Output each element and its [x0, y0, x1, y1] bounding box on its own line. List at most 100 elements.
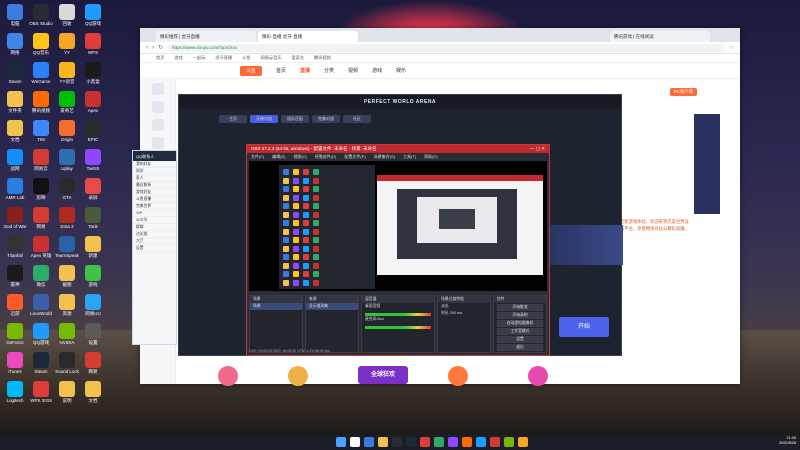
bookmark-item[interactable]: 斗鱼: [242, 55, 250, 61]
taskbar-app-icon[interactable]: [336, 437, 346, 447]
game-tab[interactable]: 天梯对战: [250, 115, 278, 123]
site-nav-item[interactable]: 直播: [300, 67, 310, 74]
desktop-icon[interactable]: QQ游戏: [80, 4, 106, 34]
desktop-icon[interactable]: QQ音乐: [28, 33, 54, 63]
qq-contacts-window[interactable]: QQ联系人 我的好友 同学 家人 最近联系 游戏好友 斗鱼直播 完美世界 VIP 公众号 群聊 讨论…: [132, 150, 177, 345]
taskbar-app-icon[interactable]: [420, 437, 430, 447]
bookmark-item[interactable]: 爱奇艺: [291, 55, 304, 61]
desktop-icon[interactable]: 文档: [2, 120, 28, 150]
desktop-icon[interactable]: 小黑盒: [80, 62, 106, 92]
desktop-icon[interactable]: TeamSpeak: [54, 236, 80, 266]
game-start-button[interactable]: 开始: [559, 317, 609, 337]
desktop-icon[interactable]: 文件夹: [2, 91, 28, 121]
desktop-icon[interactable]: 电脑: [2, 4, 28, 34]
obs-menu-item[interactable]: 帮助(H): [424, 154, 438, 159]
bookmark-item[interactable]: 一起玩: [193, 55, 206, 61]
desktop-icon[interactable]: Sound Lock: [54, 352, 80, 382]
desktop-icon[interactable]: WPS: [80, 33, 106, 63]
obs-dock-item[interactable]: 淡出: [438, 303, 490, 310]
qq-list-item[interactable]: 游戏好友: [133, 189, 176, 196]
desktop-icon[interactable]: WeGame: [28, 62, 54, 92]
obs-control-button[interactable]: 开始推流: [497, 304, 543, 311]
window-controls[interactable]: — ▢ ✕: [530, 146, 545, 152]
obs-menu-item[interactable]: 配置文件(P): [344, 154, 365, 159]
obs-control-button[interactable]: 设置: [497, 336, 543, 343]
desktop-icon[interactable]: YY语音: [54, 62, 80, 92]
bookmark-item[interactable]: 虎牙直播: [215, 55, 232, 61]
desktop-icon[interactable]: 剪映: [28, 178, 54, 208]
desktop-icon[interactable]: QQ游戏: [28, 323, 54, 353]
avatar[interactable]: [448, 366, 468, 386]
site-nav-item[interactable]: 视频: [348, 67, 358, 74]
desktop-icon[interactable]: Tank: [80, 207, 106, 237]
taskbar-app-icon[interactable]: [434, 437, 444, 447]
desktop-icon[interactable]: 回收: [54, 4, 80, 34]
desktop-icon[interactable]: Origin: [54, 120, 80, 150]
desktop-icon[interactable]: Apex: [80, 91, 106, 121]
desktop-icon[interactable]: iTunes: [2, 352, 28, 382]
taskbar-app-icon[interactable]: [350, 437, 360, 447]
site-nav-item[interactable]: 首页: [276, 67, 286, 74]
desktop-icon[interactable]: YY: [54, 33, 80, 63]
game-tab[interactable]: 主页: [219, 115, 247, 123]
desktop-icon[interactable]: OBS Studio: [28, 4, 54, 34]
desktop-icon[interactable]: LeonWorld: [28, 294, 54, 324]
desktop-icon[interactable]: 文档: [80, 381, 106, 411]
qq-list-item[interactable]: 群聊: [133, 224, 176, 231]
avatar[interactable]: [288, 366, 308, 386]
desktop-icon[interactable]: NVIDIA: [54, 323, 80, 353]
desktop-icon[interactable]: Steam: [2, 62, 28, 92]
sidebar-icon[interactable]: [151, 137, 164, 149]
site-nav-item[interactable]: 游戏: [372, 67, 382, 74]
taskbar-app-icon[interactable]: [518, 437, 528, 447]
obs-menu-item[interactable]: 视图(V): [293, 154, 306, 159]
obs-control-button[interactable]: 工作室模式: [497, 328, 543, 335]
pc-client-badge[interactable]: PC客户端: [670, 88, 697, 96]
taskbar-app-icon[interactable]: [378, 437, 388, 447]
bookmark-item[interactable]: 网易云音乐: [261, 55, 282, 61]
desktop-icon[interactable]: Dota 2: [54, 207, 80, 237]
taskbar-app-icon[interactable]: [406, 437, 416, 447]
game-tab[interactable]: 完美对战: [312, 115, 340, 123]
taskbar-app-icon[interactable]: [448, 437, 458, 447]
desktop-icon[interactable]: 网易: [80, 352, 106, 382]
obs-control-button[interactable]: 启动虚拟摄像机: [497, 320, 543, 327]
desktop-icon[interactable]: TIM: [28, 120, 54, 150]
obs-menu-item[interactable]: 文件(F): [251, 154, 264, 159]
desktop-icon[interactable]: God of War: [2, 207, 28, 237]
back-icon[interactable]: ‹: [146, 45, 148, 51]
star-icon[interactable]: ☆: [729, 44, 734, 51]
sidebar-icon[interactable]: [151, 83, 164, 95]
obs-menu-item[interactable]: 编辑(E): [272, 154, 285, 159]
bookmark-item[interactable]: 首页: [156, 55, 164, 61]
site-logo[interactable]: 斗鱼: [240, 65, 262, 76]
qq-list-item[interactable]: 设置: [133, 245, 176, 252]
obs-control-button[interactable]: 开始录制: [497, 312, 543, 319]
desktop-icon[interactable]: 设置: [80, 323, 106, 353]
desktop-icon[interactable]: GTA: [54, 178, 80, 208]
site-nav-item[interactable]: 分类: [324, 67, 334, 74]
desktop-icon[interactable]: 腾讯视频: [28, 91, 54, 121]
desktop-icon[interactable]: 录屏: [80, 178, 106, 208]
desktop-icon[interactable]: 游戏: [80, 265, 106, 295]
game-tab[interactable]: 社区: [343, 115, 371, 123]
obs-dock-item[interactable]: 显示器采集: [306, 303, 358, 310]
refresh-icon[interactable]: ↻: [158, 44, 163, 51]
sidebar-icon[interactable]: [151, 119, 164, 131]
desktop-icon[interactable]: EPIC: [80, 120, 106, 150]
obs-menu-item[interactable]: 工具(T): [403, 154, 416, 159]
desktop-icon[interactable]: 网易: [28, 207, 54, 237]
browser-tab[interactable]: 精彩推荐 | 虎牙直播: [156, 31, 256, 42]
promo-banner[interactable]: [694, 114, 720, 214]
desktop-icon[interactable]: 战网: [2, 149, 28, 179]
taskbar-app-icon[interactable]: [364, 437, 374, 447]
obs-menu-item[interactable]: 场景集合(S): [374, 154, 395, 159]
desktop-icon[interactable]: Logitech: [2, 381, 28, 411]
obs-preview[interactable]: [249, 161, 547, 291]
qq-list-item[interactable]: VIP: [133, 210, 176, 217]
desktop-icon[interactable]: 雷神: [2, 265, 28, 295]
obs-dock-item[interactable]: 时长 300 ms: [438, 310, 490, 317]
avatar[interactable]: [218, 366, 238, 386]
obs-menu-item[interactable]: 停靠部件(D): [315, 154, 337, 159]
system-tray[interactable]: 21:05 2022/8/28: [779, 436, 796, 446]
